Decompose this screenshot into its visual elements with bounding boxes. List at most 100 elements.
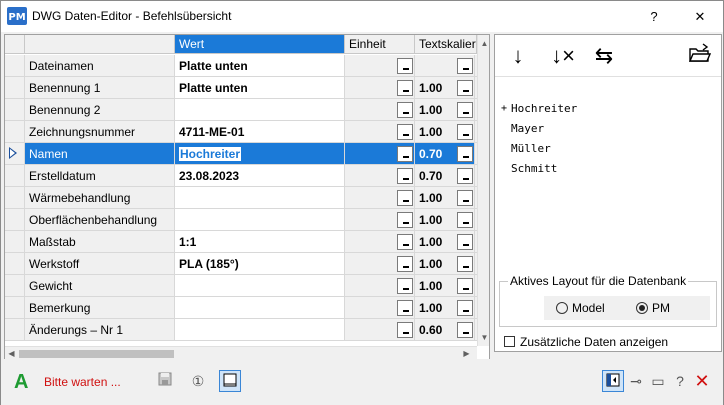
- row-text-scale[interactable]: 1.00: [415, 187, 475, 209]
- row-unit[interactable]: [345, 297, 415, 319]
- close-button[interactable]: ✕: [677, 1, 723, 32]
- scale-dropdown-icon[interactable]: [457, 322, 473, 338]
- row-text-scale[interactable]: 1.00: [415, 253, 475, 275]
- unit-dropdown-icon[interactable]: [397, 234, 413, 250]
- row-value[interactable]: Platte unten: [175, 77, 345, 99]
- scale-dropdown-icon[interactable]: [457, 168, 473, 184]
- row-indicator[interactable]: [5, 165, 25, 187]
- row-indicator[interactable]: [5, 297, 25, 319]
- open-folder-icon[interactable]: [687, 43, 713, 69]
- row-indicator[interactable]: [5, 209, 25, 231]
- list-item[interactable]: Mayer: [501, 119, 577, 139]
- table-row[interactable]: Namen Hochreiter 0.70: [5, 143, 489, 165]
- scroll-down-icon[interactable]: ▼: [478, 331, 489, 344]
- row-unit[interactable]: [345, 99, 415, 121]
- table-row[interactable]: Bemerkung 1.00: [5, 297, 489, 319]
- expand-icon[interactable]: +: [501, 99, 507, 119]
- unit-dropdown-icon[interactable]: [397, 278, 413, 294]
- scale-dropdown-icon[interactable]: [457, 102, 473, 118]
- row-text-scale[interactable]: [415, 55, 475, 77]
- scale-dropdown-icon[interactable]: [457, 190, 473, 206]
- row-value[interactable]: [175, 187, 345, 209]
- list-item[interactable]: + Hochreiter: [501, 99, 577, 119]
- row-value[interactable]: 1:1: [175, 231, 345, 253]
- row-unit[interactable]: [345, 55, 415, 77]
- table-row[interactable]: Erstelldatum 23.08.2023 0.70: [5, 165, 489, 187]
- window-toggle-icon[interactable]: [219, 370, 241, 392]
- extra-data-checkbox-row[interactable]: Zusätzliche Daten anzeigen: [498, 333, 710, 351]
- unit-dropdown-icon[interactable]: [397, 146, 413, 162]
- unit-dropdown-icon[interactable]: [397, 102, 413, 118]
- scale-dropdown-icon[interactable]: [457, 124, 473, 140]
- row-value[interactable]: PLA (185°): [175, 253, 345, 275]
- row-value[interactable]: Platte unten: [175, 55, 345, 77]
- row-text-scale[interactable]: 0.70: [415, 165, 475, 187]
- scale-dropdown-icon[interactable]: [457, 212, 473, 228]
- row-value[interactable]: [175, 319, 345, 341]
- save-icon[interactable]: [154, 370, 176, 392]
- row-value[interactable]: 23.08.2023: [175, 165, 345, 187]
- scroll-thumb[interactable]: [19, 350, 174, 358]
- table-row[interactable]: Gewicht 1.00: [5, 275, 489, 297]
- radio-pm[interactable]: PM: [636, 300, 670, 316]
- table-row[interactable]: Maßstab 1:1 1.00: [5, 231, 489, 253]
- arrow-down-icon[interactable]: ↓: [505, 43, 531, 69]
- row-unit[interactable]: [345, 319, 415, 341]
- unit-dropdown-icon[interactable]: [397, 124, 413, 140]
- info-icon[interactable]: ①: [187, 370, 209, 392]
- row-indicator[interactable]: [5, 55, 25, 77]
- help-button[interactable]: ?: [631, 1, 677, 32]
- row-unit[interactable]: [345, 275, 415, 297]
- row-indicator[interactable]: [5, 275, 25, 297]
- row-text-scale[interactable]: 1.00: [415, 231, 475, 253]
- row-text-scale[interactable]: 1.00: [415, 77, 475, 99]
- scroll-up-icon[interactable]: ▲: [478, 37, 489, 50]
- row-unit[interactable]: [345, 209, 415, 231]
- row-text-scale[interactable]: 1.00: [415, 297, 475, 319]
- unit-dropdown-icon[interactable]: [397, 80, 413, 96]
- row-unit[interactable]: [345, 121, 415, 143]
- radio-model-circle[interactable]: [556, 302, 568, 314]
- row-indicator[interactable]: [5, 77, 25, 99]
- pin-icon[interactable]: ⊸: [625, 370, 647, 392]
- table-row[interactable]: Oberflächenbehandlung 1.00: [5, 209, 489, 231]
- unit-dropdown-icon[interactable]: [397, 190, 413, 206]
- row-unit[interactable]: [345, 253, 415, 275]
- row-text-scale[interactable]: 1.00: [415, 99, 475, 121]
- close-red-icon[interactable]: ✕: [691, 370, 713, 392]
- unit-dropdown-icon[interactable]: [397, 168, 413, 184]
- row-indicator[interactable]: [5, 99, 25, 121]
- swap-arrows-icon[interactable]: ⇆: [591, 43, 617, 69]
- row-value[interactable]: [175, 99, 345, 121]
- unit-dropdown-icon[interactable]: [397, 256, 413, 272]
- scale-dropdown-icon[interactable]: [457, 278, 473, 294]
- scale-dropdown-icon[interactable]: [457, 234, 473, 250]
- panel-toggle-icon[interactable]: [602, 370, 624, 392]
- unit-dropdown-icon[interactable]: [397, 212, 413, 228]
- row-unit[interactable]: [345, 231, 415, 253]
- row-unit[interactable]: [345, 165, 415, 187]
- scale-dropdown-icon[interactable]: [457, 256, 473, 272]
- table-row[interactable]: Werkstoff PLA (185°) 1.00: [5, 253, 489, 275]
- header-unit[interactable]: Einheit: [345, 35, 415, 54]
- unit-dropdown-icon[interactable]: [397, 322, 413, 338]
- extra-data-checkbox[interactable]: [504, 336, 515, 347]
- row-unit[interactable]: [345, 77, 415, 99]
- row-text-scale[interactable]: 1.00: [415, 209, 475, 231]
- scale-dropdown-icon[interactable]: [457, 80, 473, 96]
- table-row[interactable]: Änderungs – Nr 1 0.60: [5, 319, 489, 341]
- row-indicator[interactable]: [5, 143, 25, 165]
- radio-pm-circle[interactable]: [636, 302, 648, 314]
- header-text-scale[interactable]: Textskalier: [415, 35, 477, 54]
- unit-dropdown-icon[interactable]: [397, 58, 413, 74]
- row-indicator[interactable]: [5, 231, 25, 253]
- row-text-scale[interactable]: 0.70: [415, 143, 475, 165]
- minimize-icon[interactable]: ▭: [647, 370, 669, 392]
- list-item[interactable]: Müller: [501, 139, 577, 159]
- scale-dropdown-icon[interactable]: [457, 58, 473, 74]
- header-value[interactable]: Wert: [175, 35, 345, 54]
- row-indicator[interactable]: [5, 253, 25, 275]
- list-item[interactable]: Schmitt: [501, 159, 577, 179]
- row-unit[interactable]: [345, 143, 415, 165]
- table-row[interactable]: Dateinamen Platte unten: [5, 55, 489, 77]
